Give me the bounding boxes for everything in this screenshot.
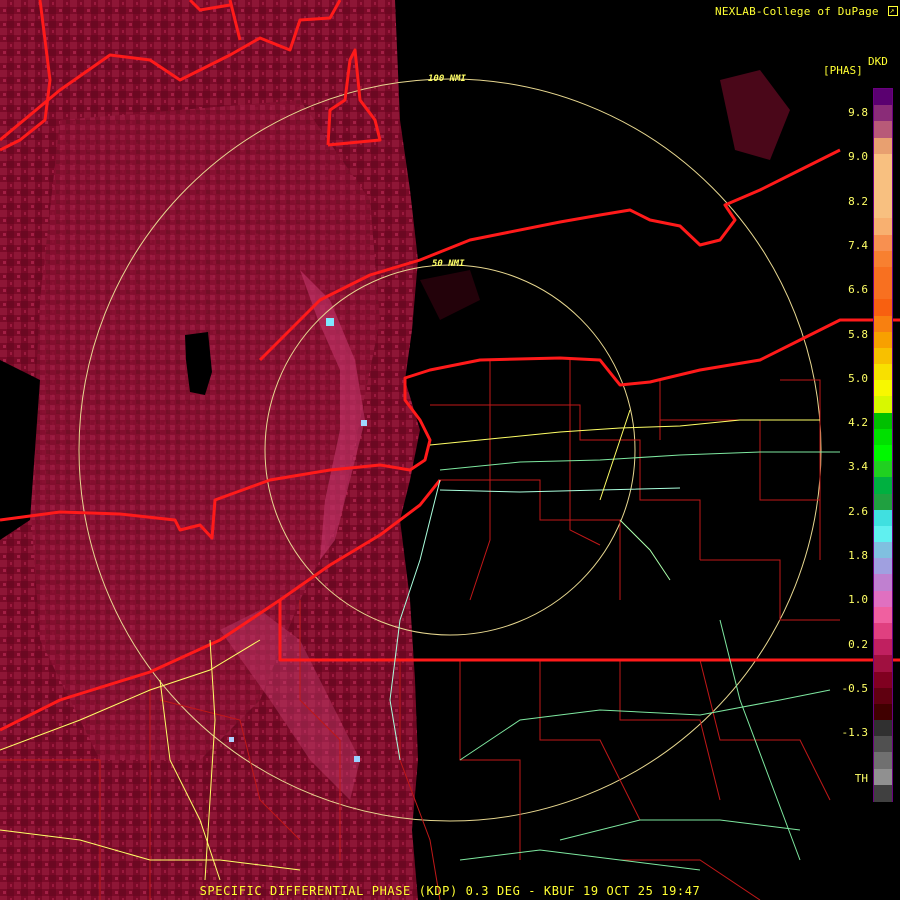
- colorbar-swatch: [874, 493, 892, 511]
- colorbar-swatch: [874, 461, 892, 478]
- legend-units-label: [PHAS]: [823, 64, 863, 77]
- colorbar-swatch: [874, 89, 892, 106]
- legend-tick-label: 7.4: [848, 238, 868, 252]
- legend-tick-label: 3.4: [848, 460, 868, 474]
- precipitation-echo: [0, 0, 790, 900]
- colorbar-swatch: [874, 234, 892, 252]
- colorbar-swatch: [874, 768, 892, 786]
- colorbar-swatch: [874, 186, 892, 203]
- legend-tick-label: 9.0: [848, 150, 868, 164]
- colorbar-swatch: [874, 137, 892, 155]
- colorbar-swatch: [874, 655, 892, 673]
- colorbar-swatch: [874, 153, 892, 171]
- colorbar-swatch: [874, 412, 892, 430]
- product-caption: SPECIFIC DIFFERENTIAL PHASE (KDP) 0.3 DE…: [199, 884, 701, 898]
- external-link-icon[interactable]: ↗: [887, 6, 898, 16]
- legend-product-label: DKD: [868, 55, 888, 68]
- credit-text: NEXLAB-College of DuPage: [715, 5, 879, 18]
- range-ring-50-label: 50 NMI: [432, 259, 465, 269]
- legend-tick-label: 9.8: [848, 106, 868, 119]
- colorbar-swatch: [874, 558, 892, 576]
- colorbar-swatch: [874, 299, 892, 317]
- colorbar-swatch: [874, 639, 892, 656]
- colorbar-swatch: [874, 752, 892, 770]
- colorbar-swatch: [874, 121, 892, 139]
- colorbar-swatch: [874, 364, 892, 381]
- colorbar-swatch: [874, 720, 892, 737]
- colorbar-swatch: [874, 331, 892, 349]
- legend-tick-label: 2.6: [848, 504, 868, 518]
- colorbar-swatch: [874, 784, 892, 802]
- colorbar-swatch: [874, 267, 892, 284]
- colorbar-swatch: [874, 380, 892, 398]
- colorbar-swatch: [874, 542, 892, 559]
- legend-tick-label: -0.5: [841, 681, 869, 695]
- colorbar-swatch: [874, 169, 892, 187]
- colorbar-swatch: [874, 574, 892, 592]
- legend-tick-label: TH: [854, 772, 868, 785]
- colorbar-swatch: [874, 202, 892, 220]
- legend-tick-label: 8.2: [848, 194, 868, 208]
- legend-tick-label: 6.6: [848, 283, 868, 297]
- legend-tick-label: 4.2: [848, 416, 868, 430]
- colorbar-swatch: [874, 445, 892, 462]
- colorbar-swatch: [874, 477, 892, 495]
- colorbar-swatch: [874, 736, 892, 754]
- colorbar-swatch: [874, 396, 892, 414]
- legend-colorbar: [873, 88, 893, 802]
- colorbar-swatch: [874, 703, 892, 721]
- legend-tick-label: 5.8: [848, 327, 868, 341]
- legend-tick-label: 0.2: [848, 637, 868, 651]
- colorbar-swatch: [874, 428, 892, 446]
- colorbar-swatch: [874, 250, 892, 268]
- colorbar-swatch: [874, 671, 892, 689]
- colorbar-swatch: [874, 283, 892, 300]
- colorbar-swatch: [874, 315, 892, 333]
- colorbar-swatch: [874, 509, 892, 527]
- colorbar-swatch: [874, 623, 892, 640]
- legend-tick-label: 1.0: [848, 593, 868, 607]
- credit-header[interactable]: NEXLAB-College of DuPage ↗: [715, 5, 898, 18]
- legend-tick-label: -1.3: [841, 726, 869, 740]
- range-ring-100-label: 100 NMI: [428, 74, 466, 84]
- radar-map: [0, 0, 900, 900]
- colorbar-swatch: [874, 590, 892, 608]
- colorbar-swatch: [874, 218, 892, 236]
- colorbar-swatch: [874, 105, 892, 122]
- colorbar-swatch: [874, 525, 892, 543]
- colorbar-swatch: [874, 687, 892, 705]
- legend-tick-label: 1.8: [848, 549, 868, 562]
- colorbar-swatch: [874, 606, 892, 624]
- colorbar-swatch: [874, 347, 892, 365]
- legend-tick-label: 5.0: [848, 371, 868, 385]
